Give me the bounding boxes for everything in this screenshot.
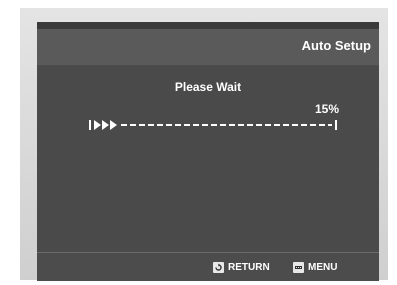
progress-arrow — [94, 120, 101, 130]
page-title: Auto Setup — [301, 38, 371, 53]
status-message: Please Wait — [174, 80, 242, 94]
osd-footer: RETURN MENU — [37, 252, 379, 281]
return-icon — [213, 261, 224, 273]
progress-bar — [89, 120, 337, 130]
progress-start-cap — [89, 120, 91, 130]
return-label: RETURN — [228, 261, 270, 273]
progress-percent: 15% — [314, 102, 339, 116]
menu-icon — [293, 261, 304, 273]
osd-screen: Auto Setup Please Wait 15% RETURN MENU — [37, 22, 379, 281]
menu-label: MENU — [308, 261, 338, 273]
progress-filled-arrows — [94, 120, 117, 130]
progress-end-cap — [335, 120, 337, 130]
menu-button[interactable]: MENU — [293, 261, 337, 273]
osd-header: Auto Setup — [37, 29, 379, 65]
progress-arrow — [102, 120, 109, 130]
return-button[interactable]: RETURN — [213, 261, 270, 273]
top-strip — [37, 22, 379, 29]
progress-arrow — [110, 120, 117, 130]
